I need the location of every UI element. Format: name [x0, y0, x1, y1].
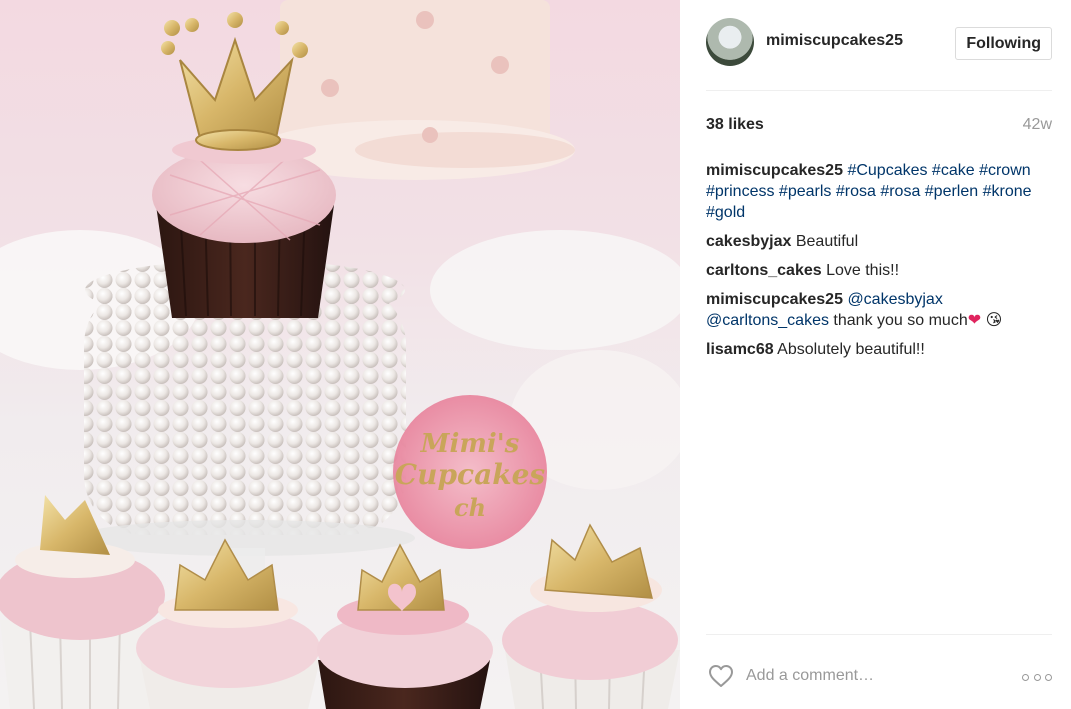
- kiss-emoji-icon: 😘: [985, 312, 1003, 329]
- watermark-line2: Cupcakes: [395, 458, 546, 491]
- likes-row: 38 likes 42w: [706, 116, 1052, 134]
- dot: [1033, 673, 1041, 681]
- dot: [1022, 673, 1029, 681]
- comment-item: carltons_cakes Love this!!: [706, 260, 1046, 281]
- comment-item: lisamc68 Absolutely beautiful!!: [706, 339, 1046, 360]
- comment-item: mimiscupcakes25 @cakesbyjax @carltons_ca…: [706, 289, 1046, 331]
- watermark-line3: ch: [454, 493, 486, 522]
- comment-text: thank you so much: [833, 312, 968, 329]
- comment-text: Absolutely beautiful!!: [777, 341, 925, 358]
- cupcake-right: [502, 523, 680, 709]
- comment-username[interactable]: mimiscupcakes25: [706, 291, 843, 308]
- comment-text: Beautiful: [795, 233, 859, 250]
- likes-count[interactable]: 38 likes: [706, 116, 764, 134]
- comment-username[interactable]: carltons_cakes: [706, 262, 822, 279]
- post-side-panel: mimiscupcakes25 Following 38 likes 42w m…: [680, 0, 1071, 709]
- mention-link[interactable]: @carltons_cakes: [706, 312, 829, 329]
- cupcake-center-left: [136, 538, 320, 709]
- post-photo[interactable]: Mimi's Cupcakes ch: [0, 0, 680, 709]
- watermark-line1: Mimi's: [420, 429, 520, 459]
- avatar[interactable]: [706, 18, 754, 66]
- cupcake-center-right: [317, 543, 493, 709]
- cake-illustration: Mimi's Cupcakes ch: [0, 0, 680, 709]
- post-header: mimiscupcakes25 Following: [706, 0, 1052, 91]
- comment-username[interactable]: lisamc68: [706, 341, 774, 358]
- dot: [1045, 673, 1052, 681]
- heart-emoji-icon: ❤: [967, 312, 982, 329]
- post-age[interactable]: 42w: [1023, 116, 1052, 134]
- post-modal: Mimi's Cupcakes ch mimiscupcakes25 Follo…: [0, 0, 1071, 709]
- following-button[interactable]: Following: [955, 27, 1052, 60]
- like-heart-icon[interactable]: [708, 664, 734, 688]
- post-author-username[interactable]: mimiscupcakes25: [766, 32, 903, 50]
- comment-username[interactable]: mimiscupcakes25: [706, 162, 843, 179]
- comment-footer: [706, 634, 1052, 709]
- comment-list: mimiscupcakes25 #Cupcakes #cake #crown #…: [706, 160, 1046, 368]
- mention-link[interactable]: @cakesbyjax: [847, 291, 942, 308]
- comment-username[interactable]: cakesbyjax: [706, 233, 791, 250]
- comment-item: cakesbyjax Beautiful: [706, 231, 1046, 252]
- comment-text: Love this!!: [826, 262, 900, 279]
- more-options-icon[interactable]: [1022, 665, 1052, 689]
- add-comment-input[interactable]: [746, 663, 1016, 689]
- caption: mimiscupcakes25 #Cupcakes #cake #crown #…: [706, 160, 1046, 223]
